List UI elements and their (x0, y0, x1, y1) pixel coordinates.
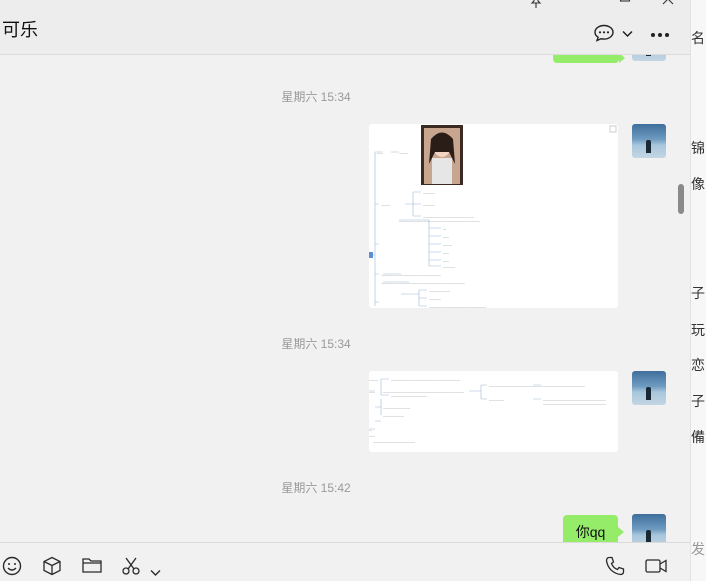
right-panel-text: 備, (691, 430, 706, 446)
chevron-down-icon[interactable] (622, 27, 633, 41)
timestamp: 星期六 15:34 (281, 90, 351, 104)
maximize-icon[interactable] (619, 0, 631, 10)
svg-text:————: ———— (429, 297, 441, 301)
svg-text:————————————: ———————————— (391, 394, 427, 398)
svg-text:———: ——— (399, 151, 408, 155)
svg-text:—: — (443, 227, 446, 231)
timestamp: 星期六 15:42 (281, 481, 351, 495)
message-text: 你qq (575, 524, 606, 540)
input-toolbar (0, 542, 690, 581)
chat-messages[interactable]: 星期六 15:34 —— ——— ——— ———— ———— —————————… (0, 55, 690, 542)
svg-text:————————————————————————————: ———————————————————————————— (381, 281, 465, 285)
svg-text:————————————————————: ———————————————————— (381, 273, 441, 277)
svg-text:——: —— (443, 251, 449, 255)
more-icon[interactable] (650, 22, 670, 43)
right-panel-text: 锦 (691, 141, 705, 157)
svg-text:———: ——— (369, 378, 378, 382)
phone-icon[interactable] (605, 556, 625, 580)
mindmap-image: —— ——— ——— ———— ———— ————————————————— —… (369, 124, 618, 308)
avatar[interactable] (632, 55, 666, 61)
svg-text:—————————————————————: ————————————————————— (543, 402, 606, 406)
right-panel-text: 子 (691, 286, 705, 302)
svg-text:———————: ——————— (429, 289, 450, 293)
svg-text:———————: ——————— (383, 414, 404, 418)
svg-text:———: ——— (381, 203, 390, 207)
right-panel-text: 发 (691, 542, 705, 558)
svg-text:——————————————————————————————: ———————————————————————————————— (489, 384, 585, 388)
right-panel-text: 子 (691, 394, 705, 410)
svg-text:———————————————————: ——————————————————— (429, 305, 486, 308)
chat-bubble-icon[interactable] (593, 24, 615, 42)
chat-title: 可乐 (2, 20, 38, 41)
avatar[interactable] (632, 124, 666, 158)
svg-text:———————————————————————————: ——————————————————————————— (399, 219, 480, 223)
message-bubble[interactable]: 你qq (563, 515, 624, 542)
pin-icon[interactable] (530, 0, 542, 12)
scrollbar[interactable] (678, 184, 684, 214)
svg-text:—————————: ————————— (383, 406, 410, 410)
mindmap-image: ——————————————————————— ——— ————————————… (369, 371, 618, 452)
svg-text:————: ———— (423, 203, 435, 207)
previous-message-bubble[interactable] (553, 55, 625, 63)
svg-text:—————: ————— (489, 398, 504, 402)
minimize-icon[interactable] (575, 0, 587, 8)
svg-text:——————————————: —————————————— (373, 440, 415, 444)
right-panel-text: 玩 (691, 323, 705, 339)
right-panel-text: 像 (691, 177, 705, 193)
avatar[interactable] (632, 371, 666, 405)
mindmap-image-message[interactable]: —— ——— ——— ———— ———— ————————————————— —… (369, 124, 618, 308)
right-panel-text: 名 (691, 31, 705, 47)
svg-text:——: —— (369, 390, 375, 394)
right-panel: 名 锦 像 子 玩 恋 子 備, 发 (690, 0, 706, 581)
right-panel-text: 恋 (691, 358, 705, 374)
timestamp: 星期六 15:34 (281, 337, 351, 351)
svg-text:———: ——— (443, 243, 452, 247)
svg-text:———————————————————————: ——————————————————————— (391, 378, 460, 382)
svg-text:———————————————————————————: ——————————————————————————— (383, 390, 464, 394)
video-call-icon[interactable] (645, 558, 667, 578)
svg-text:——: —— (377, 151, 383, 155)
close-icon[interactable] (662, 0, 674, 10)
scissors-icon[interactable] (121, 556, 143, 580)
svg-text:————: ———— (423, 191, 435, 195)
mindmap-image-message[interactable]: ——————————————————————— ——— ————————————… (369, 371, 618, 452)
emoji-icon[interactable] (2, 556, 22, 580)
folder-icon[interactable] (82, 556, 102, 578)
svg-text:——: —— (443, 259, 449, 263)
chevron-down-icon[interactable] (150, 562, 161, 581)
svg-text:————: ———— (443, 265, 455, 269)
svg-text:——: —— (369, 434, 375, 438)
svg-text:——: —— (443, 235, 449, 239)
avatar[interactable] (632, 514, 666, 542)
svg-text:—: — (369, 428, 372, 432)
cube-icon[interactable] (42, 556, 62, 580)
